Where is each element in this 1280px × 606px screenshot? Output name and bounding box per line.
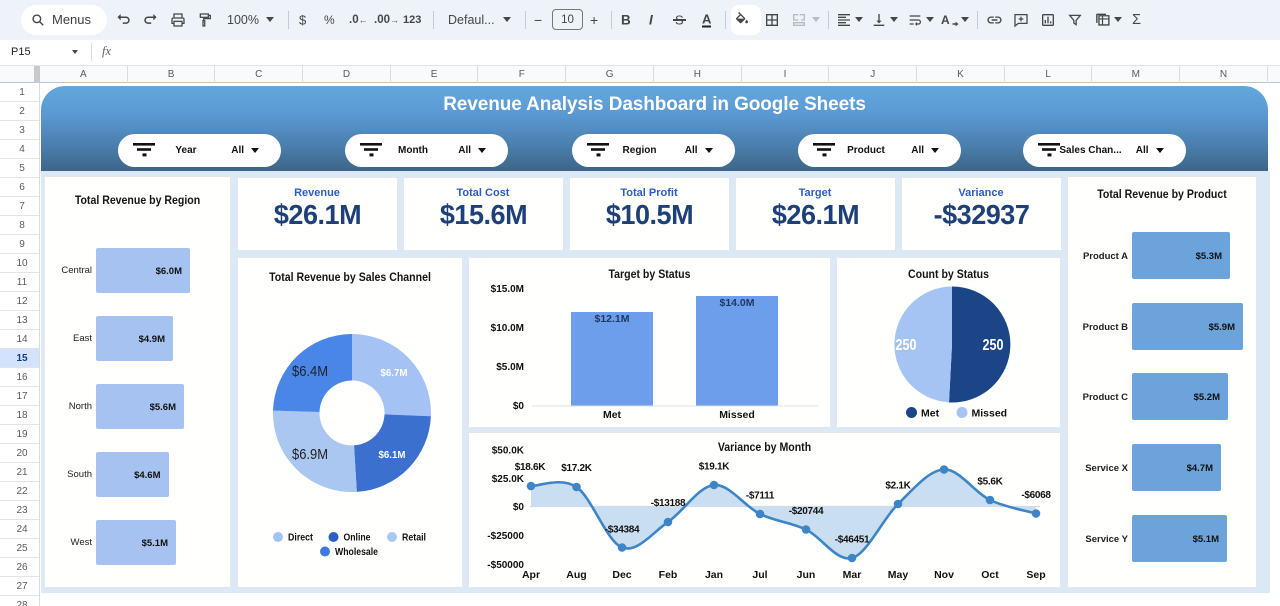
svg-text:Jul: Jul — [752, 569, 767, 581]
svg-text:$14.0M: $14.0M — [719, 297, 754, 309]
svg-text:Sep: Sep — [1026, 569, 1045, 581]
svg-text:-$6068: -$6068 — [1021, 490, 1051, 501]
svg-text:$50.0K: $50.0K — [492, 446, 525, 457]
svg-text:$12.1M: $12.1M — [594, 313, 629, 325]
svg-text:Aug: Aug — [566, 569, 586, 581]
svg-text:Missed: Missed — [719, 409, 755, 421]
svg-text:Met: Met — [603, 409, 622, 421]
svg-text:250: 250 — [983, 337, 1004, 354]
svg-text:$19.1K: $19.1K — [699, 462, 731, 473]
svg-text:May: May — [888, 569, 909, 581]
svg-text:Missed: Missed — [972, 408, 1008, 420]
svg-text:$0: $0 — [513, 401, 525, 412]
svg-text:-$34384: -$34384 — [605, 525, 640, 536]
svg-text:Wholesale: Wholesale — [335, 547, 378, 558]
svg-text:Direct: Direct — [288, 533, 314, 544]
svg-text:$10.0M: $10.0M — [491, 323, 524, 334]
svg-text:Dec: Dec — [612, 569, 631, 581]
svg-text:Retail: Retail — [402, 533, 426, 544]
svg-text:$25.0K: $25.0K — [492, 474, 525, 485]
svg-text:-$20744: -$20744 — [789, 506, 824, 517]
svg-text:-$7111: -$7111 — [746, 491, 775, 502]
svg-text:250: 250 — [896, 337, 917, 354]
svg-text:Feb: Feb — [659, 569, 678, 581]
svg-text:-$25000: -$25000 — [487, 531, 524, 542]
svg-text:Jun: Jun — [797, 569, 816, 581]
svg-text:Met: Met — [921, 408, 940, 420]
svg-text:$6.1M: $6.1M — [379, 449, 406, 461]
svg-text:$18.6K: $18.6K — [515, 462, 547, 473]
svg-text:-$13188: -$13188 — [651, 498, 686, 509]
svg-text:$5.6K: $5.6K — [977, 477, 1003, 488]
svg-text:$6.9M: $6.9M — [292, 446, 328, 463]
svg-text:Online: Online — [344, 533, 371, 544]
svg-text:$6.7M: $6.7M — [381, 367, 408, 379]
svg-text:Apr: Apr — [522, 569, 540, 581]
svg-text:$0: $0 — [513, 502, 525, 513]
svg-text:$6.4M: $6.4M — [292, 363, 328, 380]
svg-text:-$46451: -$46451 — [835, 535, 870, 546]
svg-text:Oct: Oct — [981, 569, 999, 581]
svg-text:$17.2K: $17.2K — [561, 463, 593, 474]
svg-text:Mar: Mar — [843, 569, 862, 581]
svg-text:Nov: Nov — [934, 569, 954, 581]
svg-text:$2.1K: $2.1K — [885, 481, 911, 492]
svg-text:Jan: Jan — [705, 569, 723, 581]
svg-text:$15.0M: $15.0M — [491, 284, 524, 295]
svg-text:$5.0M: $5.0M — [496, 362, 524, 373]
svg-text:-$50000: -$50000 — [487, 560, 524, 571]
